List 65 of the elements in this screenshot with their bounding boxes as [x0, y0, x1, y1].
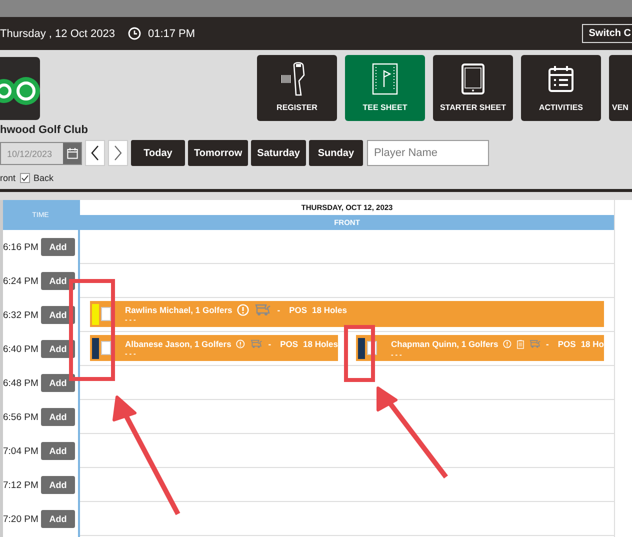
calendar-icon: [548, 65, 574, 93]
add-button[interactable]: Add: [41, 408, 75, 426]
back-checkbox[interactable]: [20, 173, 30, 183]
add-button[interactable]: Add: [41, 510, 75, 528]
time-text: 01:17 PM: [148, 28, 196, 40]
tablet-icon: [461, 63, 485, 95]
tee-time: 6:56 PM: [3, 412, 38, 422]
holes-text: 18 Holes: [312, 305, 347, 315]
player-name-field[interactable]: Player Name: [366, 140, 489, 166]
player-name: Albanese Jason, 1 Golfers: [125, 339, 232, 349]
nav-button[interactable]: TEE SHEET: [345, 55, 425, 121]
payment-text: POS: [280, 339, 298, 349]
date-field[interactable]: 10/12/2023: [0, 142, 82, 164]
player-name: Rawlins Michael, 1 Golfers: [125, 305, 232, 315]
tee-time: 6:32 PM: [3, 310, 38, 320]
cart-text: -: [268, 339, 272, 349]
add-button[interactable]: Add: [41, 374, 75, 392]
club-name: hwood Golf Club: [0, 124, 89, 136]
cart-text: -: [546, 339, 549, 349]
tee-time: 6:40 PM: [3, 344, 38, 354]
cart-text: -: [277, 305, 280, 315]
tee-time: 6:48 PM: [3, 378, 38, 388]
date-text: Thursday , 12 Oct 2023: [0, 28, 115, 40]
add-button[interactable]: Add: [41, 442, 75, 460]
switch-button[interactable]: Switch C: [582, 24, 632, 43]
select-checkbox[interactable]: [101, 341, 111, 355]
add-button[interactable]: Add: [41, 272, 75, 290]
date-button[interactable]: Sunday: [308, 140, 363, 166]
tee-time: 6:16 PM: [3, 242, 38, 252]
alert-icon: [237, 304, 250, 316]
date-button[interactable]: Today: [131, 140, 185, 166]
payment-text: POS: [558, 339, 576, 349]
holes-text: 18 Ho: [580, 339, 604, 349]
date-button[interactable]: Tomorrow: [188, 140, 248, 166]
previous-button[interactable]: [85, 140, 105, 166]
player-name: Chapman Quinn, 1 Golfers: [391, 339, 498, 349]
add-button[interactable]: Add: [41, 238, 75, 256]
logo-icon: [0, 57, 40, 120]
calendar-icon: [66, 148, 78, 158]
nav-button[interactable]: REGISTER: [257, 55, 337, 121]
alert-icon: [236, 338, 246, 350]
holes-text: 18 Holes: [303, 339, 338, 349]
highlight-box: [344, 325, 375, 382]
golf-cart-icon: [254, 304, 272, 316]
nav-button[interactable]: STARTER SHEET: [433, 55, 513, 121]
payment-text: POS: [289, 305, 308, 315]
next-button[interactable]: [108, 140, 128, 166]
select-checkbox[interactable]: [101, 307, 111, 321]
clock-icon: [128, 27, 141, 40]
golf-cart-icon: [250, 338, 264, 350]
tee-time: 7:20 PM: [3, 514, 38, 524]
course-label: ront: [0, 173, 16, 183]
date-button[interactable]: Saturday: [251, 140, 306, 166]
flag-icon: [372, 63, 398, 95]
nav-button[interactable]: VEN: [609, 55, 632, 121]
golf-cart-icon: [528, 338, 542, 350]
nav-button[interactable]: ACTIVITIES: [521, 55, 601, 121]
tee-time: 7:12 PM: [3, 480, 38, 490]
chevron-left-icon: [91, 145, 99, 161]
alert-icon: [503, 338, 512, 350]
add-button[interactable]: Add: [41, 476, 75, 494]
course-label: Back: [34, 173, 54, 183]
tee-time: 6:24 PM: [3, 276, 38, 286]
tee-time: 7:04 PM: [3, 446, 38, 456]
chevron-right-icon: [114, 145, 122, 161]
